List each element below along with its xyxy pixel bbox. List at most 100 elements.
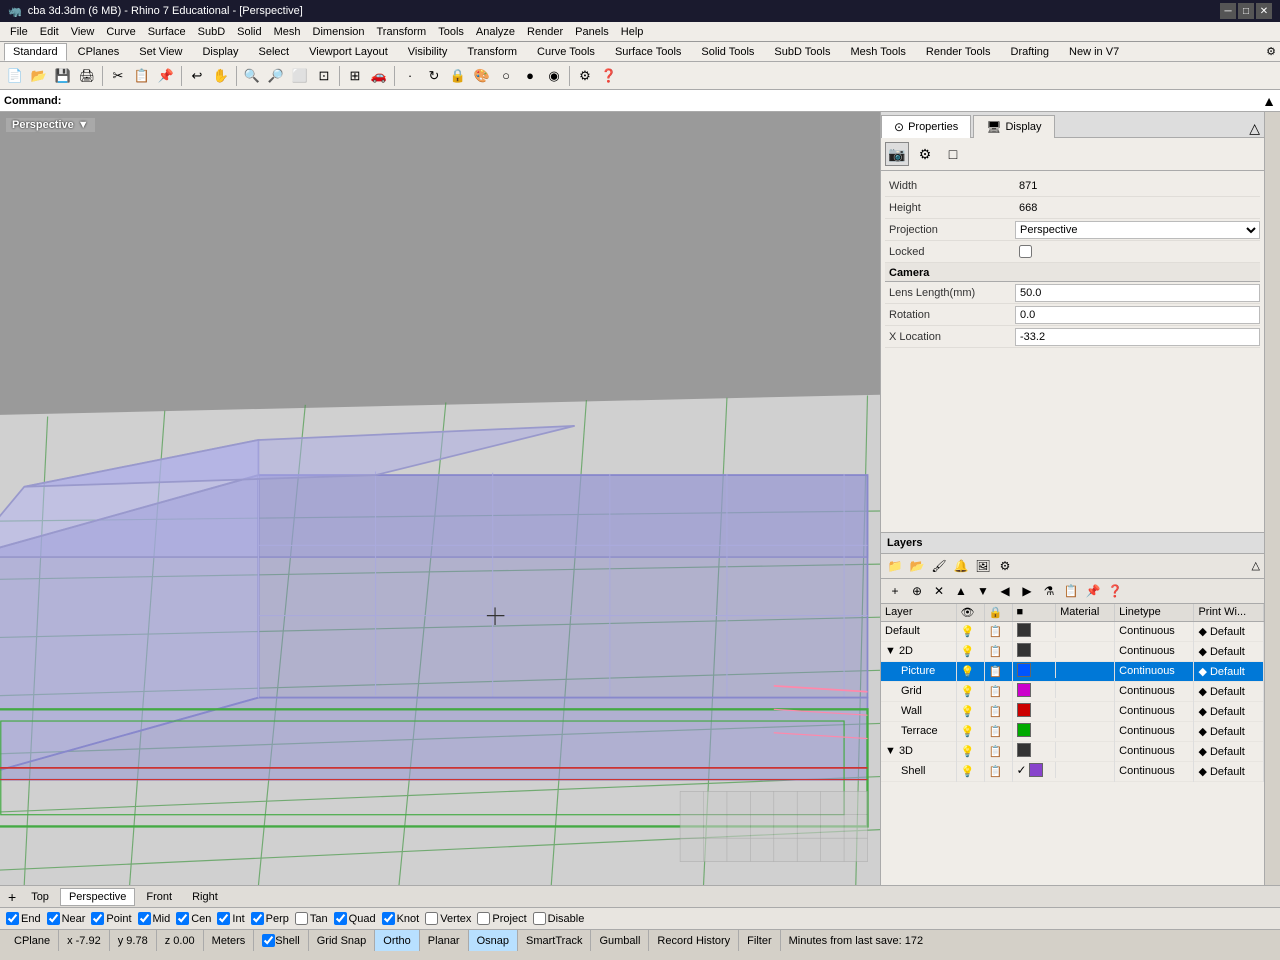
status-filter[interactable]: Filter <box>739 930 780 951</box>
lock-icon[interactable]: 🔒 <box>447 65 469 87</box>
menu-item-view[interactable]: View <box>65 24 101 40</box>
osnap-perp[interactable]: Perp <box>251 912 289 925</box>
shell-checkbox[interactable] <box>262 934 275 947</box>
layer-left-icon[interactable]: ◀ <box>995 581 1015 601</box>
toolbar-tab-cplanes[interactable]: CPlanes <box>69 43 129 61</box>
osnap-checkbox-near[interactable] <box>47 912 60 925</box>
layer-image-icon[interactable]: 🖼 <box>973 556 993 576</box>
menu-item-transform[interactable]: Transform <box>371 24 433 40</box>
viewport-tab-top[interactable]: Top <box>22 888 58 906</box>
layer-lock-default[interactable]: 📋 <box>984 621 1012 641</box>
osnap-checkbox-perp[interactable] <box>251 912 264 925</box>
osnap-checkbox-quad[interactable] <box>334 912 347 925</box>
texture-icon[interactable]: ◉ <box>543 65 565 87</box>
status-osnap[interactable]: Osnap <box>469 930 518 951</box>
layer-row-terrace[interactable]: Terrace💡📋Continuous◆ Default <box>881 721 1264 741</box>
osnap-near[interactable]: Near <box>47 912 86 925</box>
layer-vis-shell[interactable]: 💡 <box>956 761 984 781</box>
paste-icon[interactable]: 📌 <box>155 65 177 87</box>
status-record-history[interactable]: Record History <box>649 930 739 951</box>
status-shell[interactable]: Shell <box>254 930 308 951</box>
layer-vis-3d[interactable]: 💡 <box>956 741 984 761</box>
maximize-button[interactable]: □ <box>1238 3 1254 19</box>
layer-vis-terrace[interactable]: 💡 <box>956 721 984 741</box>
toolbar-tab-viewport-layout[interactable]: Viewport Layout <box>300 43 397 61</box>
viewport-tab-front[interactable]: Front <box>137 888 181 906</box>
material-icon[interactable]: 🎨 <box>471 65 493 87</box>
viewport-tab-perspective[interactable]: Perspective <box>60 888 135 906</box>
panel-expand-icon[interactable]: △ <box>1245 120 1264 137</box>
toolbar-tab-curve-tools[interactable]: Curve Tools <box>528 43 604 61</box>
status-unit[interactable]: Meters <box>204 930 255 951</box>
toolbar-tab-surface-tools[interactable]: Surface Tools <box>606 43 690 61</box>
menu-item-edit[interactable]: Edit <box>34 24 65 40</box>
layer-lock-shell[interactable]: 📋 <box>984 761 1012 781</box>
menu-item-analyze[interactable]: Analyze <box>470 24 521 40</box>
toolbar-tab-standard[interactable]: Standard <box>4 43 67 61</box>
layer-lock-grid[interactable]: 📋 <box>984 681 1012 701</box>
layer-vis-grid[interactable]: 💡 <box>956 681 984 701</box>
zoom-extent-icon[interactable]: ⊡ <box>313 65 335 87</box>
osnap-cen[interactable]: Cen <box>176 912 211 925</box>
viewport-rect-icon[interactable]: □ <box>941 142 965 166</box>
osnap-checkbox-disable[interactable] <box>533 912 546 925</box>
layer-color-3d[interactable] <box>1013 742 1056 758</box>
settings-gear-icon[interactable]: ⚙ <box>913 142 937 166</box>
render-tools-icon[interactable]: ⚙ <box>574 65 596 87</box>
osnap-quad[interactable]: Quad <box>334 912 376 925</box>
layer-vis-2d[interactable]: 💡 <box>956 641 984 661</box>
command-input[interactable] <box>65 95 1262 107</box>
layer-row-3d[interactable]: ▼ 3D💡📋Continuous◆ Default <box>881 741 1264 761</box>
viewport-perspective[interactable]: Perspective ▼ <box>0 112 880 885</box>
toolbar-tab-set-view[interactable]: Set View <box>130 43 191 61</box>
layer-delete-icon[interactable]: ✕ <box>929 581 949 601</box>
layer-lock-terrace[interactable]: 📋 <box>984 721 1012 741</box>
layer-open-icon[interactable]: 📂 <box>907 556 927 576</box>
lens-input[interactable] <box>1015 284 1260 302</box>
layer-row-grid[interactable]: Grid💡📋Continuous◆ Default <box>881 681 1264 701</box>
layer-help2-icon[interactable]: ❓ <box>1105 581 1125 601</box>
print-icon[interactable]: 🖨 <box>76 65 98 87</box>
layer-color-terrace[interactable] <box>1013 722 1056 738</box>
layer-right-icon[interactable]: ▶ <box>1017 581 1037 601</box>
osnap-disable[interactable]: Disable <box>533 912 585 925</box>
layer-down-icon[interactable]: ▼ <box>973 581 993 601</box>
pan-icon[interactable]: ✋ <box>210 65 232 87</box>
point-icon[interactable]: · <box>399 65 421 87</box>
layer-filter-icon[interactable]: ⚗ <box>1039 581 1059 601</box>
layer-row-default[interactable]: Default💡📋Continuous◆ Default <box>881 621 1264 641</box>
menu-item-render[interactable]: Render <box>521 24 569 40</box>
view-icon[interactable]: ⊞ <box>344 65 366 87</box>
layer-row-shell[interactable]: Shell💡📋✓Continuous◆ Default <box>881 761 1264 781</box>
status-planar[interactable]: Planar <box>420 930 469 951</box>
toolbar-tab-render-tools[interactable]: Render Tools <box>917 43 1000 61</box>
layers-table-wrapper[interactable]: Layer 👁 🔒 ■ Material Linetype Print Wi..… <box>881 604 1264 886</box>
locked-checkbox[interactable] <box>1019 245 1032 258</box>
osnap-int[interactable]: Int <box>217 912 244 925</box>
menu-item-mesh[interactable]: Mesh <box>268 24 307 40</box>
menu-item-subd[interactable]: SubD <box>192 24 232 40</box>
layer-row-picture[interactable]: Picture💡📋Continuous◆ Default <box>881 661 1264 681</box>
osnap-checkbox-end[interactable] <box>6 912 19 925</box>
tab-properties[interactable]: ⊙ Properties <box>881 115 971 138</box>
menu-item-solid[interactable]: Solid <box>231 24 267 40</box>
status-smarttrack[interactable]: SmartTrack <box>518 930 591 951</box>
close-button[interactable]: ✕ <box>1256 3 1272 19</box>
osnap-checkbox-point[interactable] <box>91 912 104 925</box>
help-icon[interactable]: ❓ <box>598 65 620 87</box>
sphere2-icon[interactable]: ● <box>519 65 541 87</box>
layer-color-grid[interactable] <box>1013 682 1056 698</box>
copy-icon[interactable]: 📋 <box>131 65 153 87</box>
layer-vis-picture[interactable]: 💡 <box>956 661 984 681</box>
status-cplane[interactable]: CPlane <box>6 930 59 951</box>
layer-color-picture[interactable] <box>1013 662 1056 678</box>
layer-row-2d[interactable]: ▼ 2D💡📋Continuous◆ Default <box>881 641 1264 661</box>
save-icon[interactable]: 💾 <box>52 65 74 87</box>
layer-color-default[interactable] <box>1013 622 1056 638</box>
projection-dropdown[interactable]: Perspective Parallel Two-point Perspecti… <box>1015 221 1260 239</box>
layer-copy-icon[interactable]: 📋 <box>1061 581 1081 601</box>
layer-new-icon[interactable]: 📁 <box>885 556 905 576</box>
status-grid-snap[interactable]: Grid Snap <box>309 930 376 951</box>
open-icon[interactable]: 📂 <box>28 65 50 87</box>
layer-add-icon[interactable]: + <box>885 581 905 601</box>
